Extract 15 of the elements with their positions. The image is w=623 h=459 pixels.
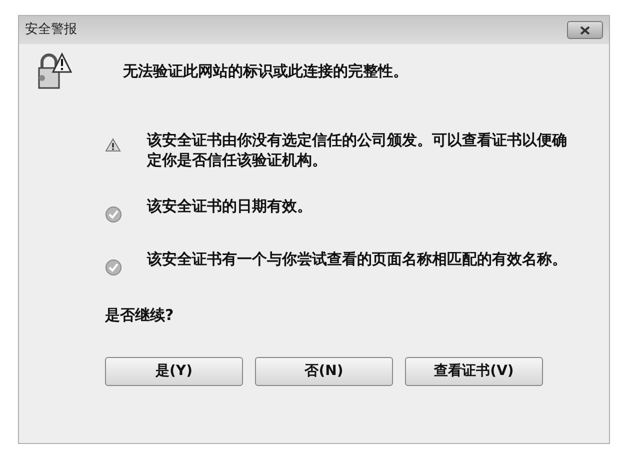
warning-icon: [105, 138, 121, 152]
message-text: 该安全证书由你没有选定信任的公司颁发。可以查看证书以便确定你是否信任该验证机构。: [147, 130, 568, 170]
question-text: 是否继续?: [105, 305, 175, 326]
message-text: 该安全证书有一个与你尝试查看的页面名称相匹配的有效名称。: [147, 249, 567, 269]
dialog-button[interactable]: 是(Y): [105, 356, 243, 386]
lock-warning-icon: [36, 50, 72, 90]
check-icon: [105, 259, 122, 276]
message-text: 该安全证书的日期有效。: [147, 196, 312, 216]
check-icon: [105, 206, 122, 223]
window-title: 安全警报: [25, 21, 77, 40]
close-icon: [580, 26, 590, 34]
dialog-button[interactable]: 查看证书(V): [405, 356, 543, 386]
close-button[interactable]: [567, 21, 603, 39]
heading: 无法验证此网站的标识或此连接的完整性。: [123, 61, 408, 82]
dialog-button[interactable]: 否(N): [255, 356, 393, 386]
